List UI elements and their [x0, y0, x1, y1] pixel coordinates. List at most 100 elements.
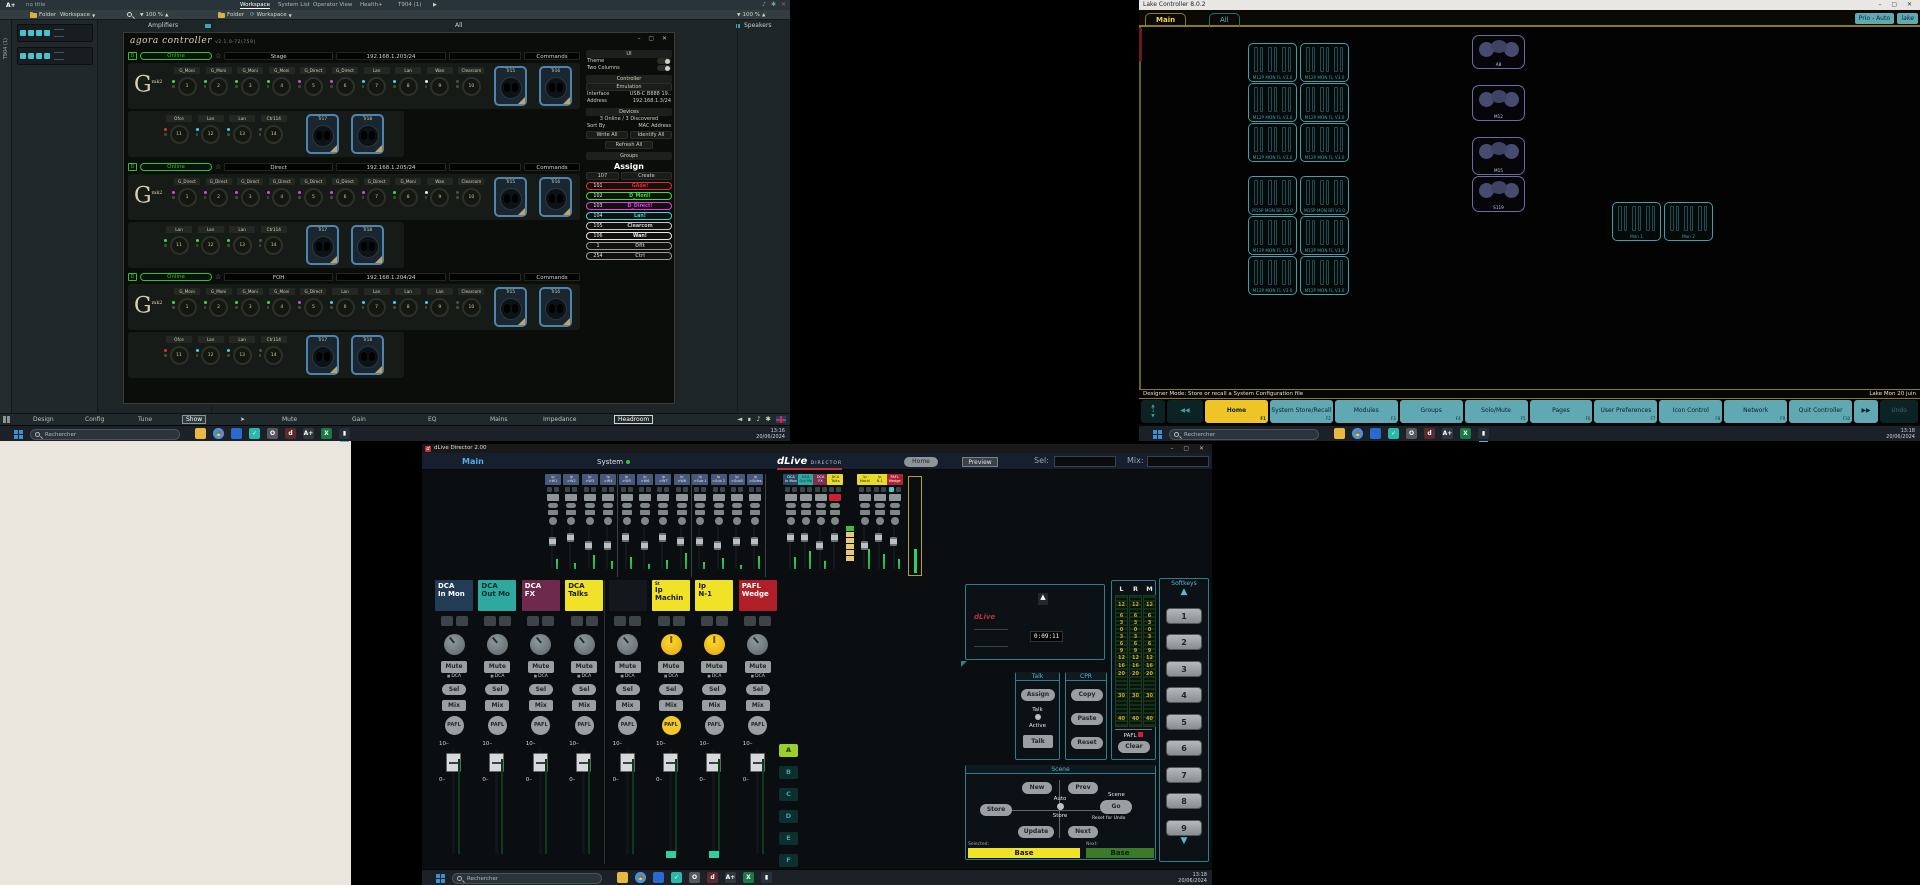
fader-cap[interactable]: [585, 541, 592, 550]
strip-mute-button[interactable]: [694, 494, 706, 501]
softkeys-up-icon[interactable]: ▲: [1160, 587, 1208, 597]
mix-button[interactable]: Mix: [529, 700, 553, 711]
channel-name[interactable]: StIpMachin: [652, 580, 690, 611]
clear-button[interactable]: Clear: [1118, 741, 1150, 753]
meter-bridge-strip[interactable]: Ip>W8: [674, 474, 690, 571]
strip-mute-button[interactable]: [713, 494, 725, 501]
screen-preview-panel[interactable]: dLive ▲ 0:09:11: [965, 584, 1105, 660]
system-tray[interactable]: 13:1620/06/2024: [756, 428, 785, 440]
strip-sel-button[interactable]: [603, 503, 613, 508]
next-scene[interactable]: Base: [1086, 848, 1154, 858]
system-tray[interactable]: 13:1820/06/2024: [1886, 428, 1915, 440]
group-assign-row[interactable]: 254Ctrl: [586, 252, 672, 260]
strip-pafl-button[interactable]: [733, 517, 741, 525]
scene-new-button[interactable]: New: [1022, 782, 1052, 794]
strip-pafl-button[interactable]: [817, 517, 825, 525]
strip-assign-keys[interactable]: [747, 487, 763, 492]
a-plus-app-icon[interactable]: A+: [1442, 428, 1453, 439]
port-g_direct[interactable]: G_Direct6: [330, 67, 360, 96]
strip-pafl-button[interactable]: [891, 517, 899, 525]
strip-sel-button[interactable]: [860, 503, 870, 508]
strip-pafl-button[interactable]: [696, 517, 704, 525]
page-selector[interactable]: ▲1▼: [1141, 400, 1165, 423]
favorite-star-icon[interactable]: ☆: [215, 273, 221, 281]
strip-assign-keys[interactable]: [827, 487, 843, 492]
layer-button-a[interactable]: A: [779, 744, 798, 757]
meter-bridge-strip[interactable]: Ip>W3: [582, 474, 598, 571]
fader-cap[interactable]: [861, 541, 868, 550]
port-knob[interactable]: 6: [336, 188, 355, 207]
strip-mix-button[interactable]: [603, 510, 613, 515]
port-knob[interactable]: 6: [336, 77, 355, 96]
meter-bridge-strip[interactable]: Ip>Sides: [747, 474, 763, 571]
strip-fader[interactable]: [711, 527, 727, 571]
lake-button-network[interactable]: NetworkF9: [1724, 400, 1787, 423]
channel-name[interactable]: PAFLWedge: [739, 580, 777, 611]
mode-tab-tune[interactable]: Tune: [138, 416, 152, 423]
group-assign-row[interactable]: 1Dflt: [586, 242, 672, 250]
port-g_direct[interactable]: G_Direct4: [267, 178, 297, 207]
pafl-button[interactable]: PAFL: [748, 716, 767, 735]
copy-button[interactable]: Copy: [1071, 689, 1103, 701]
port-wan[interactable]: Wan9: [425, 67, 455, 96]
port-knob[interactable]: 10: [462, 188, 481, 207]
fader-cap[interactable]: [549, 537, 556, 546]
sort-value[interactable]: MAC Address: [638, 123, 671, 130]
strip-mute-button[interactable]: [874, 494, 886, 501]
group-assign-row[interactable]: 103D_Direct!: [586, 202, 672, 210]
port-knob[interactable]: 13: [233, 125, 252, 144]
scene-prev-button[interactable]: Prev: [1068, 782, 1098, 794]
port-knob[interactable]: 2: [209, 298, 228, 317]
sel-button[interactable]: Sel: [702, 684, 726, 695]
mix-button[interactable]: Mix: [485, 700, 509, 711]
port-knob[interactable]: 2: [209, 77, 228, 96]
port-knob[interactable]: 1: [178, 188, 197, 207]
port-g_moni[interactable]: G_Moni1: [172, 67, 202, 96]
layer-button-f[interactable]: F: [779, 854, 798, 867]
app-o-icon[interactable]: O: [267, 428, 278, 439]
softkeys-down-icon[interactable]: ▼: [1160, 836, 1208, 846]
port-knob[interactable]: 13: [233, 236, 252, 255]
port-knob[interactable]: 8: [399, 188, 418, 207]
port-g_direct[interactable]: G_Direct2: [204, 178, 234, 207]
channel-strip[interactable]: StIpMachinMuteDCASelMixPAFL10–0–: [652, 580, 690, 854]
port-lan[interactable]: Lan6: [330, 288, 360, 317]
speakon-connector[interactable]: Tr15: [494, 287, 527, 327]
strip-mix-button[interactable]: [890, 510, 900, 515]
refresh-all-button[interactable]: Refresh All: [605, 141, 652, 149]
start-button[interactable]: [436, 874, 445, 883]
port-ctr114[interactable]: Ctr11414: [259, 115, 289, 144]
app-o-icon[interactable]: O: [1406, 428, 1417, 439]
mix-button[interactable]: Mix: [442, 700, 466, 711]
sel-button[interactable]: Sel: [572, 684, 596, 695]
fader-cap[interactable]: [890, 537, 897, 546]
lake-module[interactable]: M12P MON FL V3.0: [1248, 43, 1297, 82]
port-g_moni[interactable]: G_Moni3: [235, 288, 265, 317]
strip-sel-button[interactable]: [714, 503, 724, 508]
channel-strip[interactable]: DCAOut MoMuteDCASelMixPAFL10–0–: [478, 580, 516, 854]
app-blue-icon[interactable]: [231, 428, 242, 439]
strip-fader[interactable]: [692, 527, 708, 571]
softkey-9[interactable]: 9: [1166, 820, 1202, 836]
layer-button-b[interactable]: B: [779, 766, 798, 779]
port-clearcom[interactable]: Clearcom10: [456, 288, 486, 317]
port-knob[interactable]: 3: [241, 188, 260, 207]
port-lan[interactable]: Lan13: [227, 336, 257, 365]
channel-name[interactable]: IpN-1: [695, 580, 733, 611]
tab-speakers[interactable]: Speakers: [744, 22, 772, 29]
port-lan[interactable]: Lan12: [196, 226, 226, 255]
strip-pafl-button[interactable]: [715, 517, 723, 525]
mute-button[interactable]: Mute: [528, 661, 554, 673]
strip-fader[interactable]: [887, 527, 903, 571]
channel-knob[interactable]: [530, 634, 551, 655]
commands-button[interactable]: Commands: [524, 52, 580, 60]
strip-pafl-button[interactable]: [678, 517, 686, 525]
port-lan[interactable]: Lan8: [393, 67, 423, 96]
strip-sel-button[interactable]: [566, 503, 576, 508]
view-tab-mains[interactable]: Mains: [490, 416, 507, 423]
strip-assign-keys[interactable]: [563, 487, 579, 492]
port-knob[interactable]: 14: [264, 236, 283, 255]
speakon-connector[interactable]: Tr18: [351, 114, 384, 154]
lake-module[interactable]: Mon 1: [1612, 202, 1661, 241]
commands-button[interactable]: Commands: [524, 273, 580, 281]
